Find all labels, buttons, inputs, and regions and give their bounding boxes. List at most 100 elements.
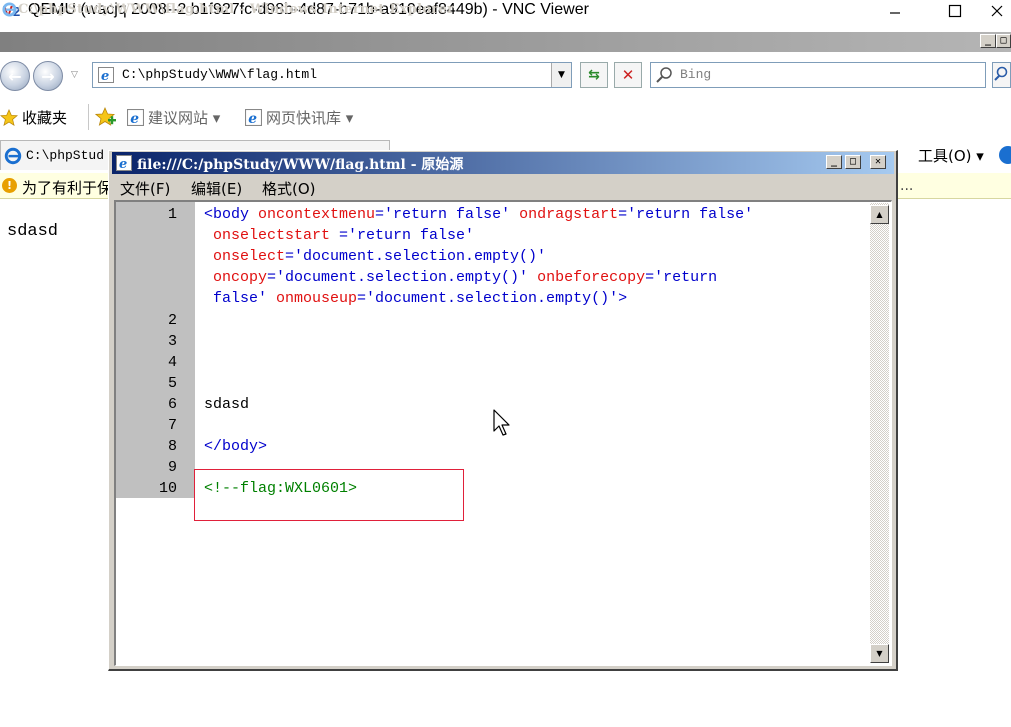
address-dropdown-button[interactable]: ▼	[551, 63, 571, 87]
code-token-attr: onmouseup	[276, 290, 358, 307]
code-token-val: ='return false'	[618, 206, 754, 223]
close-icon	[991, 5, 1003, 17]
line-number: 10	[158, 480, 177, 497]
minimize-icon	[890, 12, 900, 14]
refresh-icon: ⇆	[588, 67, 600, 83]
page-body-text: sdasd	[7, 222, 59, 241]
back-button[interactable]: ←	[0, 61, 30, 91]
code-line-1-wrap: onselectstart ='return false'	[213, 227, 474, 244]
chevron-down-icon: ▼	[558, 70, 565, 80]
view-source-minimize-button[interactable]: _	[826, 155, 842, 169]
add-favorite-button[interactable]	[95, 107, 117, 127]
ie-title-bar	[0, 32, 1011, 52]
tab-label[interactable]: C:\phpStud	[26, 148, 104, 163]
line-number: 9	[167, 459, 177, 476]
information-bar-text[interactable]: 为了有利于保	[22, 177, 112, 198]
code-token-val: ='return false'	[375, 206, 520, 223]
view-source-maximize-button[interactable]: □	[845, 155, 861, 169]
vnc-maximize-button[interactable]	[932, 0, 978, 22]
code-token-val: ='document.selection.empty()'	[267, 269, 538, 286]
help-icon[interactable]	[998, 145, 1011, 165]
maximize-icon: □	[1000, 35, 1007, 46]
view-source-close-button[interactable]: ✕	[870, 155, 886, 169]
page-ie-icon: e	[98, 67, 114, 83]
maximize-icon: □	[849, 156, 857, 167]
ie-maximize-button[interactable]: □	[996, 34, 1011, 48]
mouse-pointer-icon	[493, 409, 510, 436]
code-line-1-wrap: false' onmouseup='document.selection.emp…	[213, 290, 627, 307]
web-slice-gallery-menu[interactable]: e 网页快讯库 ▾	[245, 107, 353, 128]
code-token-val: ='return	[645, 269, 718, 286]
ie-window-title: C:\phpStudy\WWW\flag.html - Windows Inte…	[18, 2, 455, 17]
forward-button[interactable]: →	[33, 61, 63, 91]
vnc-close-button[interactable]	[990, 0, 1011, 22]
warning-shield-icon: !	[2, 178, 17, 193]
minimize-icon: _	[984, 35, 992, 46]
svg-text:e: e	[119, 157, 127, 171]
line-number: 4	[167, 354, 177, 371]
code-token-attr: oncopy	[213, 269, 268, 286]
line-number: 7	[167, 417, 177, 434]
code-token-attr: onselectstart	[213, 227, 340, 244]
scroll-down-button[interactable]: ▼	[870, 644, 889, 663]
web-slice-gallery-label: 网页快讯库 ▾	[266, 109, 354, 127]
search-icon	[994, 66, 1008, 81]
line-number: 6	[167, 396, 177, 413]
information-bar-ellipsis: ...	[900, 178, 914, 194]
page-ie-icon: e	[245, 109, 262, 126]
menu-edit[interactable]: 编辑(E)	[191, 178, 242, 199]
star-icon	[0, 108, 18, 126]
maximize-icon	[948, 4, 962, 18]
code-token-attr: onselect	[213, 248, 286, 265]
close-icon: ✕	[874, 156, 882, 167]
code-token-val: ='return false'	[339, 227, 475, 244]
stop-button[interactable]: ✕	[614, 62, 642, 88]
view-source-title: file:///C:/phpStudy/WWW/flag.html - 原始源	[137, 157, 464, 173]
toolbar-divider	[88, 104, 89, 130]
vertical-scrollbar[interactable]	[870, 203, 889, 663]
page-ie-icon: e	[127, 109, 144, 126]
ie-logo-icon: e	[116, 155, 132, 171]
tools-menu[interactable]: 工具(O) ▾	[918, 145, 984, 166]
svg-text:e: e	[101, 69, 109, 83]
code-line-1-wrap: onselect='document.selection.empty()'	[213, 248, 546, 265]
favorites-button[interactable]: 收藏夹	[0, 107, 67, 128]
code-token-val: ='document.selection.empty()'>	[357, 290, 628, 307]
back-arrow-icon: ←	[8, 66, 22, 86]
code-line-1: <body oncontextmenu='return false' ondra…	[204, 206, 753, 223]
menu-format[interactable]: 格式(O)	[262, 178, 316, 199]
flag-highlight-box	[194, 469, 464, 521]
code-token-attr: onbeforecopy	[537, 269, 646, 286]
search-go-button[interactable]	[992, 62, 1011, 88]
menu-file[interactable]: 文件(F)	[120, 178, 170, 199]
svg-text:e: e	[130, 111, 139, 126]
ie-minimize-button[interactable]: _	[980, 34, 996, 48]
minimize-icon: _	[830, 156, 838, 167]
code-token-attr: oncontextmenu	[258, 206, 376, 223]
ie-logo-icon	[2, 2, 17, 17]
code-line-8: </body>	[204, 438, 268, 455]
svg-text:e: e	[248, 111, 257, 126]
line-number: 5	[167, 375, 177, 392]
line-number: 1	[167, 206, 177, 223]
line-number: 3	[167, 333, 177, 350]
search-icon	[656, 67, 672, 83]
arrow-down-icon: ▼	[876, 649, 883, 658]
forward-arrow-icon: →	[41, 66, 55, 86]
stop-icon: ✕	[621, 66, 635, 84]
suggested-sites-label: 建议网站 ▾	[148, 109, 221, 127]
search-placeholder[interactable]: Bing	[680, 67, 711, 82]
add-to-favorites-icon	[95, 107, 116, 126]
vnc-minimize-button[interactable]	[872, 0, 918, 22]
history-dropdown-icon[interactable]: ▽	[71, 70, 78, 80]
scroll-up-button[interactable]: ▲	[870, 205, 889, 224]
favorites-label: 收藏夹	[22, 109, 68, 127]
code-token-tag: <body	[204, 206, 259, 223]
code-token-attr: ondragstart	[519, 206, 619, 223]
code-line-1-wrap: oncopy='document.selection.empty()' onbe…	[213, 269, 717, 286]
code-line-6: sdasd	[204, 396, 250, 413]
refresh-button[interactable]: ⇆	[580, 62, 608, 88]
arrow-up-icon: ▲	[876, 210, 883, 219]
suggested-sites-menu[interactable]: e 建议网站 ▾	[127, 107, 220, 128]
address-text[interactable]: C:\phpStudy\WWW\flag.html	[122, 67, 317, 82]
